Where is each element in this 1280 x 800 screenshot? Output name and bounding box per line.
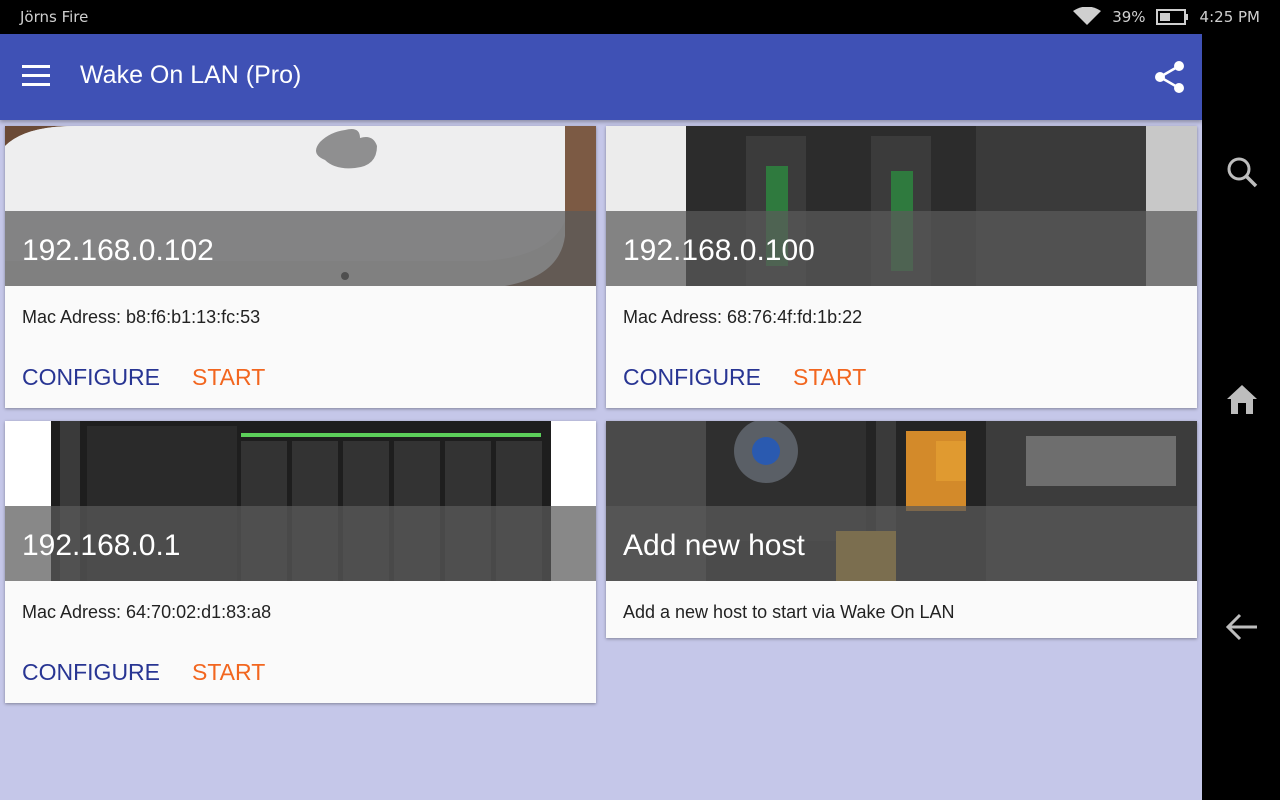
host-card: 192.168.0.1 Mac Adress: 64:70:02:d1:83:a…	[5, 421, 596, 703]
start-button[interactable]: START	[192, 364, 265, 391]
navigation-bar	[1202, 34, 1280, 800]
app-window: Wake On LAN (Pro) 192.168.0.102 Mac Adre…	[0, 34, 1202, 800]
card-actions: CONFIGURE START	[623, 364, 866, 391]
host-ip: 192.168.0.1	[22, 529, 181, 562]
mac-mini-image: 192.168.0.102	[5, 126, 596, 286]
start-button[interactable]: START	[192, 659, 265, 686]
back-icon[interactable]	[1224, 609, 1260, 645]
nas-bays-image: 192.168.0.1	[5, 421, 596, 581]
host-ip: 192.168.0.100	[623, 234, 815, 267]
mac-address: Mac Adress: b8:f6:b1:13:fc:53	[22, 307, 261, 327]
synology-nas-image: 192.168.0.100	[606, 126, 1197, 286]
add-host-description: Add a new host to start via Wake On LAN	[623, 602, 955, 622]
mac-address: Mac Adress: 64:70:02:d1:83:a8	[22, 602, 272, 622]
configure-button[interactable]: CONFIGURE	[22, 364, 160, 391]
card-actions: CONFIGURE START	[22, 659, 265, 686]
configure-button[interactable]: CONFIGURE	[22, 659, 160, 686]
add-host-title: Add new host	[623, 529, 805, 562]
card-actions: CONFIGURE START	[22, 364, 265, 391]
status-bar: Jörns Fire 39% 4:25 PM	[0, 0, 1280, 34]
search-icon[interactable]	[1224, 154, 1260, 190]
home-icon[interactable]	[1224, 382, 1260, 418]
menu-icon[interactable]	[22, 65, 52, 89]
configure-button[interactable]: CONFIGURE	[623, 364, 761, 391]
add-host-card[interactable]: Add new host Add a new host to start via…	[606, 421, 1197, 638]
mac-address: Mac Adress: 68:76:4f:fd:1b:22	[623, 307, 863, 327]
wifi-icon	[1072, 7, 1102, 27]
clock: 4:25 PM	[1199, 8, 1260, 26]
share-icon[interactable]	[1152, 59, 1188, 95]
motherboard-image: Add new host	[606, 421, 1197, 581]
start-button[interactable]: START	[793, 364, 866, 391]
app-bar: Wake On LAN (Pro)	[0, 34, 1202, 120]
battery-icon	[1155, 8, 1190, 26]
app-title: Wake On LAN (Pro)	[80, 61, 302, 89]
host-card: 192.168.0.102 Mac Adress: b8:f6:b1:13:fc…	[5, 126, 596, 408]
battery-percent: 39%	[1112, 8, 1146, 26]
host-card: 192.168.0.100 Mac Adress: 68:76:4f:fd:1b…	[606, 126, 1197, 408]
host-ip: 192.168.0.102	[22, 234, 214, 267]
device-name: Jörns Fire	[20, 8, 89, 26]
